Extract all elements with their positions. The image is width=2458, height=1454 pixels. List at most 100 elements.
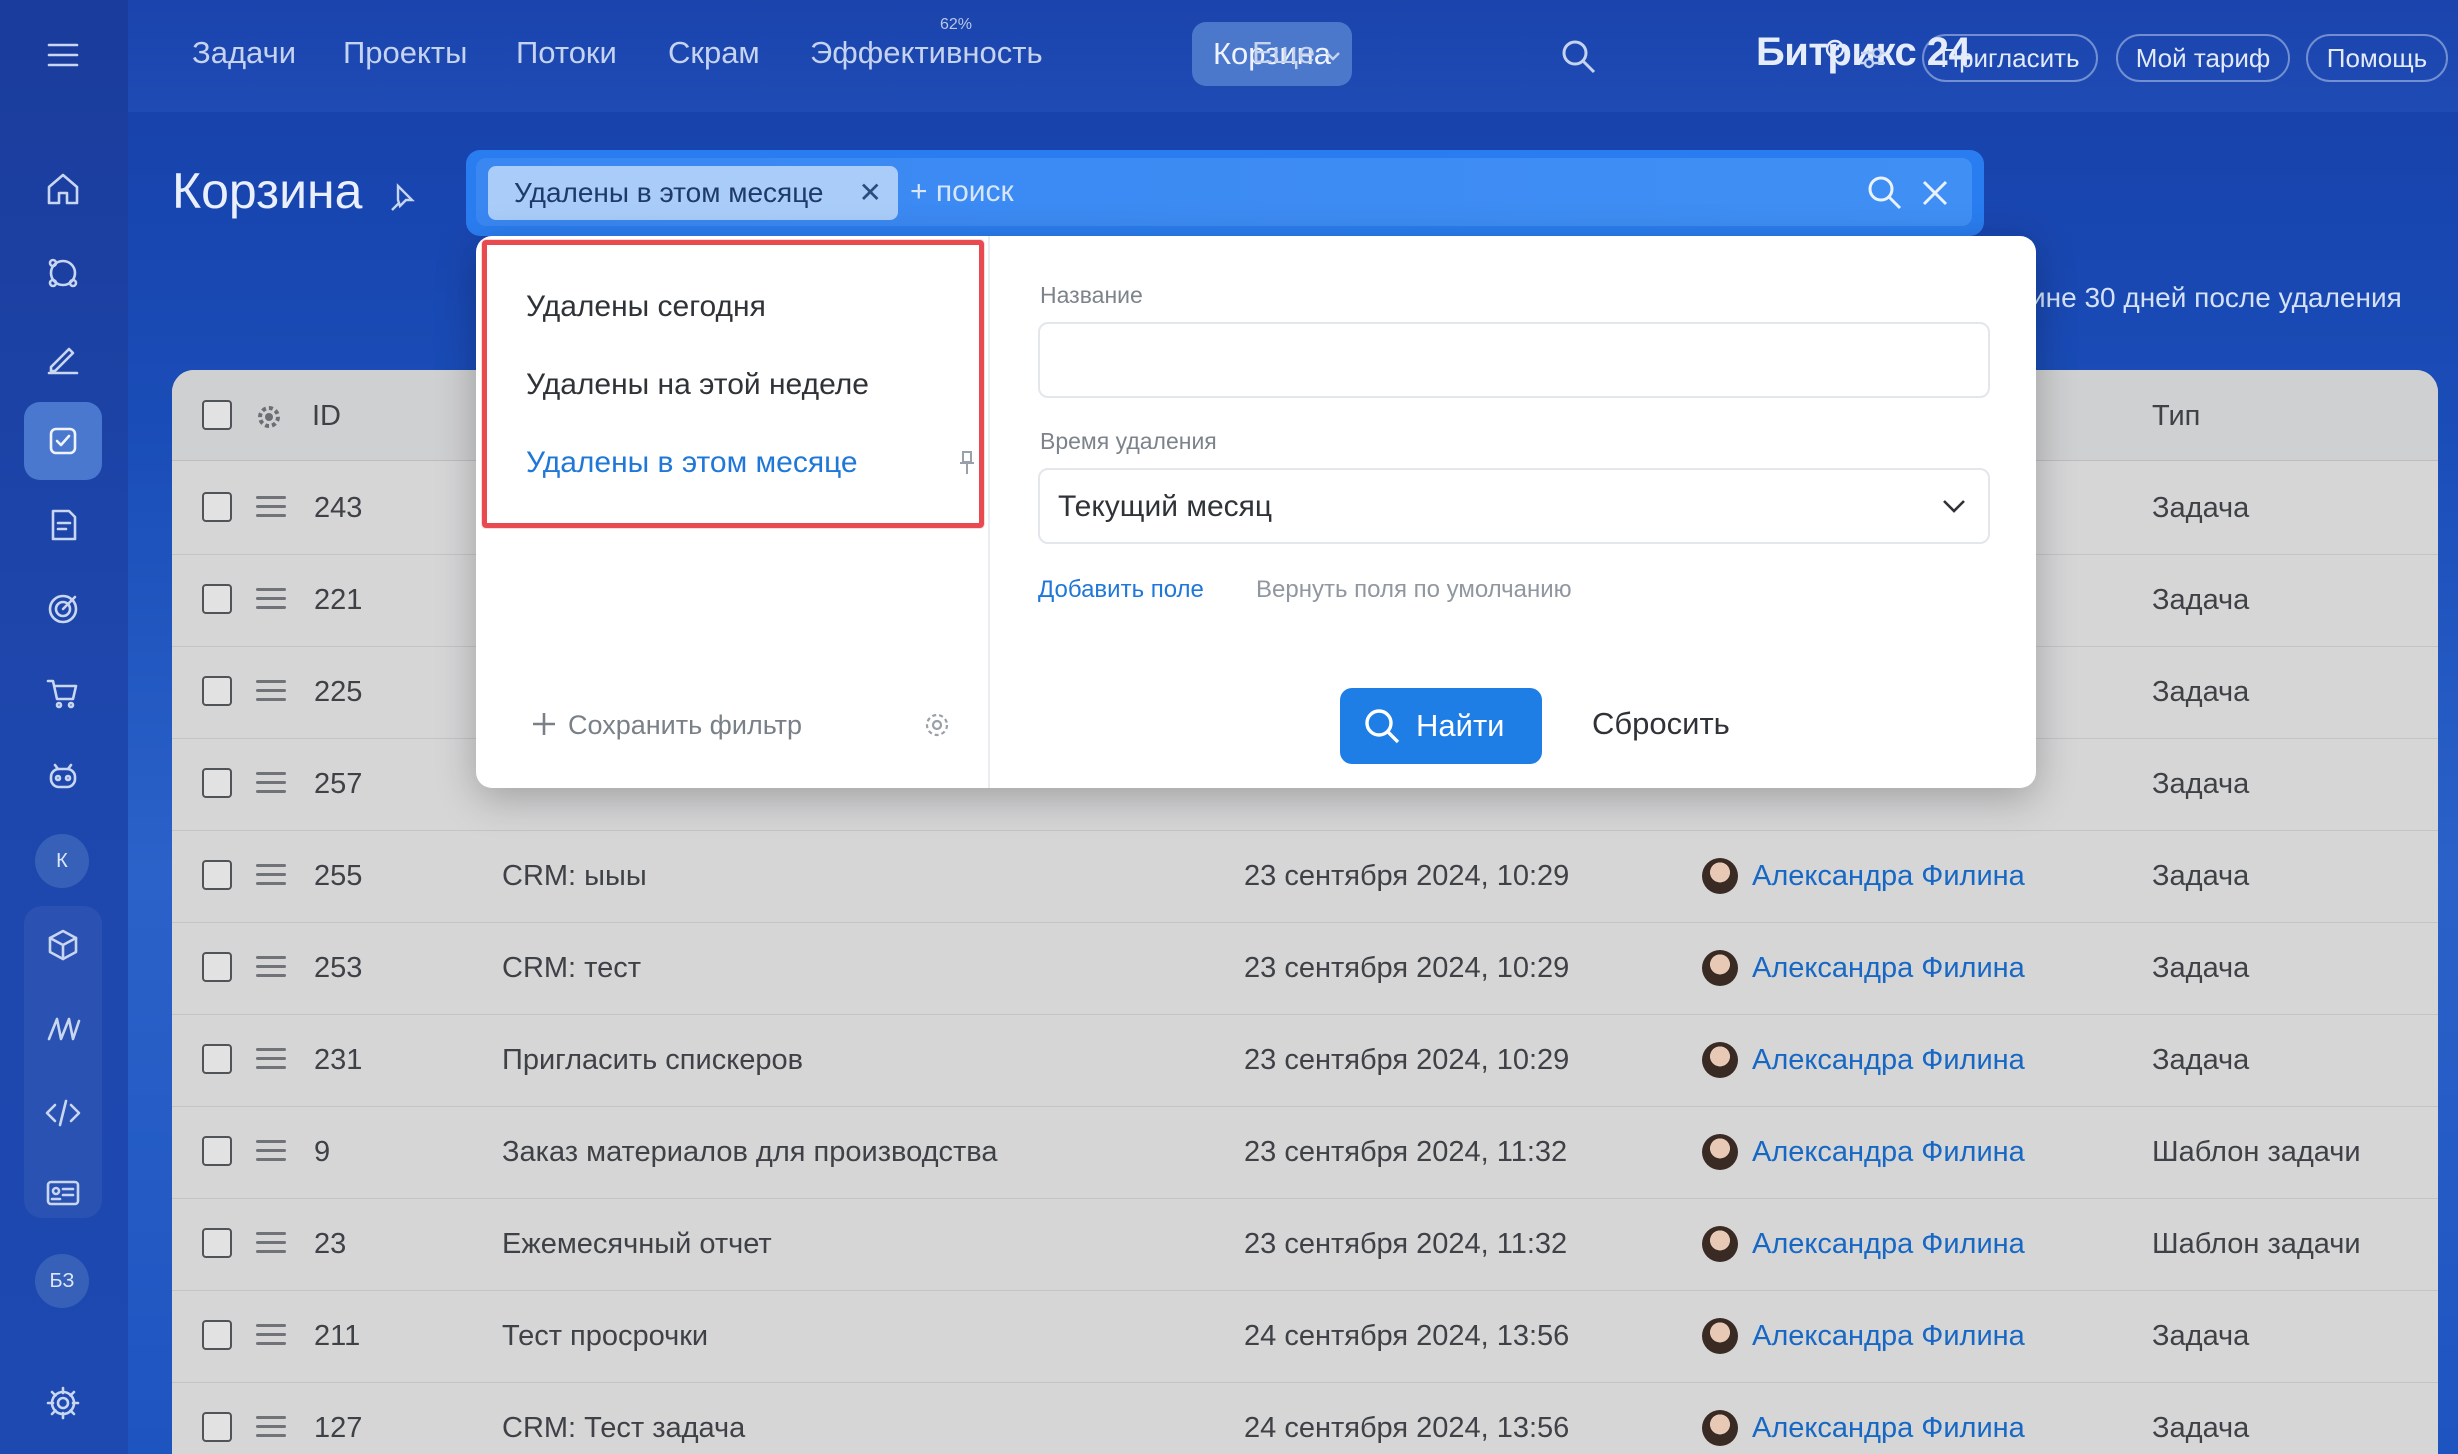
nav-scrum[interactable]: Скрам [668,35,760,71]
add-field-link[interactable]: Добавить поле [1038,576,1204,604]
row-name[interactable]: Пригласить спискеров [502,1044,803,1077]
row-name[interactable]: Ежемесячный отчет [502,1228,772,1261]
nav-flows[interactable]: Потоки [516,35,617,71]
id-card-icon[interactable] [24,1154,102,1232]
reset-button[interactable]: Сбросить [1592,706,1730,742]
row-name[interactable]: Тест просрочки [502,1320,708,1353]
sliders-icon[interactable] [1858,44,1888,72]
user-avatar[interactable] [1702,1134,1738,1170]
row-name[interactable]: CRM: Тест задача [502,1412,745,1445]
nav-projects[interactable]: Проекты [343,35,467,71]
tasks-icon[interactable] [24,402,102,480]
documents-icon[interactable] [24,486,102,564]
user-avatar[interactable] [1702,1410,1738,1446]
row-checkbox[interactable] [202,676,232,706]
home-icon[interactable] [24,150,102,228]
developer-code-icon[interactable] [24,1074,102,1152]
plus-icon[interactable] [530,710,558,738]
pin-icon[interactable] [384,180,418,214]
table-row[interactable]: 253 CRM: тест 23 сентября 2024, 10:29 Алекс… [172,922,2438,1015]
row-checkbox[interactable] [202,1228,232,1258]
avatar[interactable]: К [35,834,89,888]
select-all-checkbox[interactable] [202,400,232,430]
row-menu-icon[interactable] [256,956,286,983]
shop-cart-icon[interactable] [24,654,102,732]
box-icon[interactable] [24,906,102,984]
columns-settings-gear-icon[interactable] [254,402,284,432]
row-checkbox[interactable] [202,952,232,982]
restore-default-fields-link[interactable]: Вернуть поля по умолчанию [1256,576,1572,604]
row-user-link[interactable]: Александра Филина [1752,1136,2025,1169]
deletion-time-select[interactable]: Текущий месяц [1038,468,1990,544]
preset-pin-icon[interactable] [958,450,976,476]
preset-deleted-this-week[interactable]: Удалены на этой неделе [526,368,869,402]
user-avatar[interactable] [1702,858,1738,894]
row-user-link[interactable]: Александра Филина [1752,1228,2025,1261]
table-row[interactable]: 231 Пригласить спискеров 23 сентября 2024,… [172,1014,2438,1107]
nav-tasks[interactable]: Задачи [192,35,296,71]
tariff-button[interactable]: Мой тариф [2116,34,2290,82]
search-placeholder[interactable]: + поиск [910,175,1014,209]
preset-deleted-this-month[interactable]: Удалены в этом месяце [526,446,858,480]
nav-efficiency[interactable]: Эффективность [810,35,1043,71]
row-name[interactable]: CRM: тест [502,952,641,985]
row-menu-icon[interactable] [256,1140,286,1167]
row-user-link[interactable]: Александра Филина [1752,860,2025,893]
search-field[interactable]: Удалены в этом месяце ✕ + поиск [476,158,1972,226]
row-user-link[interactable]: Александра Филина [1752,1320,2025,1353]
presets-settings-gear-icon[interactable] [922,710,952,740]
preset-deleted-today[interactable]: Удалены сегодня [526,290,766,324]
row-checkbox[interactable] [202,860,232,890]
row-checkbox[interactable] [202,1412,232,1442]
row-user-link[interactable]: Александра Филина [1752,1412,2025,1445]
table-row[interactable]: 23 Ежемесячный отчет 23 сентября 2024, 11:… [172,1198,2438,1291]
table-row[interactable]: 9 Заказ материалов для производства 23 сен… [172,1106,2438,1199]
marketing-icon[interactable] [24,990,102,1068]
row-menu-icon[interactable] [256,772,286,799]
search-clear-icon[interactable] [1920,178,1950,208]
header-id[interactable]: ID [312,400,341,433]
row-menu-icon[interactable] [256,1416,286,1443]
user-avatar[interactable] [1702,950,1738,986]
row-checkbox[interactable] [202,1044,232,1074]
row-user-link[interactable]: Александра Филина [1752,952,2025,985]
row-menu-icon[interactable] [256,1232,286,1259]
row-menu-icon[interactable] [256,1324,286,1351]
help-button[interactable]: Помощь [2306,34,2448,82]
chip-remove-icon[interactable]: ✕ [859,176,882,209]
row-menu-icon[interactable] [256,588,286,615]
row-name[interactable]: Заказ материалов для производства [502,1136,997,1169]
active-filter-chip[interactable]: Удалены в этом месяце ✕ [488,166,898,220]
copilot-icon[interactable] [24,738,102,816]
row-checkbox[interactable] [202,768,232,798]
clock-icon[interactable] [1824,38,1846,60]
save-filter-button[interactable]: Сохранить фильтр [568,710,802,741]
header-type[interactable]: Тип [2152,400,2200,433]
user-avatar[interactable] [1702,1226,1738,1262]
knowledge-base-avatar[interactable]: БЗ [35,1254,89,1308]
settings-gear-icon[interactable] [24,1364,102,1442]
row-name[interactable]: CRM: ыыы [502,860,647,893]
crm-icon[interactable] [24,234,102,312]
user-avatar[interactable] [1702,1318,1738,1354]
row-menu-icon[interactable] [256,864,286,891]
row-user-link[interactable]: Александра Филина [1752,1044,2025,1077]
search-submit-icon[interactable] [1866,174,1904,212]
table-row[interactable]: 211 Тест просрочки 24 сентября 2024, 13:56… [172,1290,2438,1383]
search-icon[interactable] [1560,38,1598,76]
row-checkbox[interactable] [202,492,232,522]
name-input[interactable] [1038,322,1990,398]
row-menu-icon[interactable] [256,496,286,523]
goals-icon[interactable] [24,570,102,648]
row-checkbox[interactable] [202,1136,232,1166]
row-menu-icon[interactable] [256,680,286,707]
user-avatar[interactable] [1702,1042,1738,1078]
invite-button[interactable]: Пригласить [1922,34,2098,82]
row-checkbox[interactable] [202,584,232,614]
row-checkbox[interactable] [202,1320,232,1350]
table-row[interactable]: 127 CRM: Тест задача 24 сентября 2024, 13:… [172,1382,2438,1454]
menu-toggle-icon[interactable] [24,16,102,94]
nav-more[interactable]: Еще [1252,35,1342,71]
row-menu-icon[interactable] [256,1048,286,1075]
sign-icon[interactable] [24,318,102,396]
